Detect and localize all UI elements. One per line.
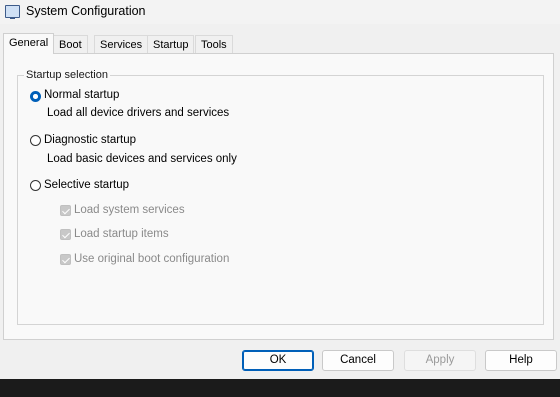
- use-original-boot-config-checkbox[interactable]: [60, 254, 71, 265]
- title-bar: System Configuration: [0, 0, 560, 24]
- tab-boot[interactable]: Boot: [53, 35, 88, 53]
- diagnostic-startup-description: Load basic devices and services only: [47, 153, 237, 165]
- tab-startup[interactable]: Startup: [147, 35, 195, 53]
- window-title: System Configuration: [26, 4, 146, 18]
- normal-startup-description: Load all device drivers and services: [47, 107, 230, 119]
- load-system-services-checkbox[interactable]: [60, 205, 71, 216]
- load-system-services-label: Load system services: [74, 204, 185, 216]
- selective-startup-radio[interactable]: [30, 180, 41, 191]
- normal-startup-label[interactable]: Normal startup: [44, 89, 119, 101]
- selective-startup-label[interactable]: Selective startup: [44, 179, 129, 191]
- normal-startup-radio[interactable]: [30, 91, 41, 102]
- startup-selection-label: Startup selection: [24, 69, 110, 81]
- tab-strip: General Boot Services Startup Tools: [3, 33, 553, 54]
- cancel-button[interactable]: Cancel: [322, 350, 394, 371]
- system-configuration-icon: [5, 5, 20, 19]
- tab-services[interactable]: Services: [94, 35, 149, 53]
- ok-button[interactable]: OK: [242, 350, 314, 371]
- load-startup-items-checkbox[interactable]: [60, 229, 71, 240]
- apply-button[interactable]: Apply: [404, 350, 476, 371]
- use-original-boot-config-label: Use original boot configuration: [74, 253, 230, 265]
- diagnostic-startup-label[interactable]: Diagnostic startup: [44, 134, 136, 146]
- diagnostic-startup-radio[interactable]: [30, 135, 41, 146]
- load-startup-items-label: Load startup items: [74, 228, 169, 240]
- taskbar-edge: [0, 379, 560, 397]
- help-button[interactable]: Help: [485, 350, 557, 371]
- tab-tools[interactable]: Tools: [195, 35, 233, 53]
- tab-general[interactable]: General: [3, 33, 55, 54]
